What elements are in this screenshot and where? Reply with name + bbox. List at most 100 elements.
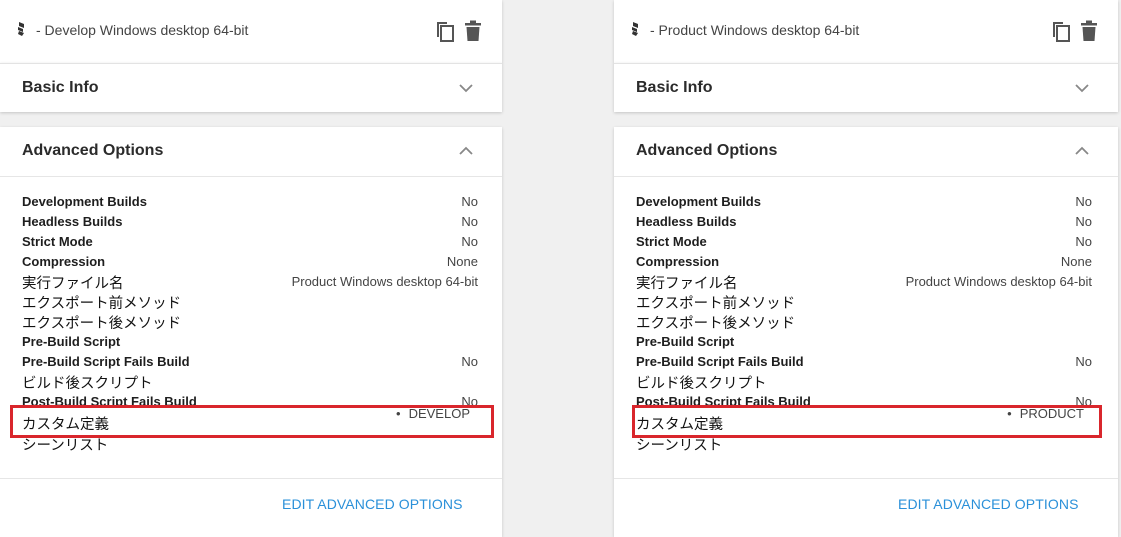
option-key: Pre-Build Script xyxy=(636,334,735,349)
option-value: No xyxy=(1075,194,1092,209)
option-row: シーンリスト xyxy=(636,433,1092,454)
option-row: Strict Mode No xyxy=(636,231,1092,251)
trash-icon[interactable] xyxy=(464,20,482,42)
option-key: シーンリスト xyxy=(22,438,109,454)
edit-advanced-options-button[interactable]: EDIT ADVANCED OPTIONS xyxy=(898,496,1079,512)
option-key: エクスポート前メソッド xyxy=(636,296,796,312)
custom-define-value: PRODUCT xyxy=(1019,406,1084,421)
option-row: Pre-Build Script xyxy=(22,331,478,351)
advanced-options-list: Development Builds No Headless Builds No… xyxy=(636,191,1092,454)
option-row: エクスポート前メソッド xyxy=(22,291,478,312)
option-value: No xyxy=(461,234,478,249)
bullet: • xyxy=(1007,406,1012,421)
option-row: Development Builds No xyxy=(636,191,1092,211)
copy-icon[interactable] xyxy=(434,20,456,42)
option-row: Development Builds No xyxy=(22,191,478,211)
build-target-panel-develop: - Develop Windows desktop 64-bit Basic I… xyxy=(0,0,502,537)
option-row: Post-Build Script Fails Build No xyxy=(22,391,478,405)
option-key: シーンリスト xyxy=(636,438,723,454)
option-row: Pre-Build Script Fails Build No xyxy=(22,351,478,371)
target-title: - Product Windows desktop 64-bit xyxy=(650,22,860,38)
option-value: No xyxy=(461,354,478,369)
advanced-options-footer: EDIT ADVANCED OPTIONS xyxy=(0,478,502,512)
copy-icon[interactable] xyxy=(1050,20,1072,42)
option-key: ビルド後スクリプト xyxy=(22,376,153,392)
option-key: 実行ファイル名 xyxy=(636,276,738,292)
option-row: Pre-Build Script xyxy=(636,331,1092,351)
option-key: カスタム定義 xyxy=(636,417,723,433)
option-value: None xyxy=(1060,254,1092,269)
option-key: Headless Builds xyxy=(22,214,123,229)
custom-define-list-item: • PRODUCT xyxy=(1007,406,1084,421)
option-key: エクスポート後メソッド xyxy=(22,316,182,332)
option-row: シーンリスト xyxy=(22,433,478,454)
advanced-options-list: Development Builds No Headless Builds No… xyxy=(22,191,478,454)
option-value: No xyxy=(461,194,478,209)
option-row-custom-defines: カスタム定義 • PRODUCT xyxy=(636,405,1092,433)
trash-icon[interactable] xyxy=(1080,20,1098,42)
option-row: Strict Mode No xyxy=(22,231,478,251)
option-key: Post-Build Script Fails Build xyxy=(22,394,197,405)
bullet: • xyxy=(396,406,401,421)
option-row: Post-Build Script Fails Build No xyxy=(636,391,1092,405)
chevron-up-icon[interactable] xyxy=(1075,146,1089,156)
option-row: Headless Builds No xyxy=(636,211,1092,231)
option-key: Compression xyxy=(636,254,720,269)
advanced-options-footer: EDIT ADVANCED OPTIONS xyxy=(614,478,1118,512)
chevron-down-icon[interactable] xyxy=(1075,83,1089,93)
advanced-options-title: Advanced Options xyxy=(22,142,164,159)
option-row: エクスポート前メソッド xyxy=(636,291,1092,312)
basic-info-title: Basic Info xyxy=(22,79,99,96)
basic-info-title: Basic Info xyxy=(636,79,713,96)
option-key: カスタム定義 xyxy=(22,417,109,433)
build-target-panel-product: - Product Windows desktop 64-bit Basic I… xyxy=(614,0,1118,537)
option-key: Strict Mode xyxy=(22,234,93,249)
advanced-options-header[interactable]: Advanced Options xyxy=(614,127,1118,177)
option-value: None xyxy=(446,254,478,269)
option-key: Post-Build Script Fails Build xyxy=(636,394,811,405)
option-row: 実行ファイル名 Product Windows desktop 64-bit xyxy=(22,271,478,292)
option-key: Pre-Build Script xyxy=(22,334,121,349)
option-row-custom-defines: カスタム定義 • DEVELOP xyxy=(22,405,478,433)
target-header: - Develop Windows desktop 64-bit xyxy=(0,0,502,63)
option-row: エクスポート後メソッド xyxy=(22,311,478,332)
option-key: Pre-Build Script Fails Build xyxy=(636,354,804,369)
basic-info-section[interactable]: Basic Info xyxy=(614,63,1118,112)
basic-info-section[interactable]: Basic Info xyxy=(0,63,502,112)
advanced-options-section: Advanced Options Development Builds No H… xyxy=(614,127,1118,537)
chevron-up-icon[interactable] xyxy=(459,146,473,156)
option-value: Product Windows desktop 64-bit xyxy=(291,274,478,289)
option-value: No xyxy=(461,214,478,229)
option-row: Compression None xyxy=(22,251,478,271)
option-key: 実行ファイル名 xyxy=(22,276,124,292)
option-row: ビルド後スクリプト xyxy=(22,371,478,392)
option-key: ビルド後スクリプト xyxy=(636,376,767,392)
edit-advanced-options-button[interactable]: EDIT ADVANCED OPTIONS xyxy=(282,496,463,512)
option-value: No xyxy=(1075,354,1092,369)
advanced-options-section: Advanced Options Development Builds No H… xyxy=(0,127,502,537)
option-value: No xyxy=(1075,394,1092,405)
option-key: Headless Builds xyxy=(636,214,737,229)
option-key: Strict Mode xyxy=(636,234,707,249)
target-title: - Develop Windows desktop 64-bit xyxy=(36,22,249,38)
option-key: エクスポート前メソッド xyxy=(22,296,182,312)
unity-logo-icon xyxy=(18,22,24,36)
option-key: エクスポート後メソッド xyxy=(636,316,796,332)
unity-logo-icon xyxy=(632,22,638,36)
option-row: Compression None xyxy=(636,251,1092,271)
custom-define-value: DEVELOP xyxy=(408,406,470,421)
option-value: Product Windows desktop 64-bit xyxy=(905,274,1092,289)
option-value: No xyxy=(1075,214,1092,229)
option-row: ビルド後スクリプト xyxy=(636,371,1092,392)
option-key: Pre-Build Script Fails Build xyxy=(22,354,190,369)
option-value: No xyxy=(1075,234,1092,249)
chevron-down-icon[interactable] xyxy=(459,83,473,93)
option-key: Development Builds xyxy=(636,194,761,209)
option-value: No xyxy=(461,394,478,405)
advanced-options-header[interactable]: Advanced Options xyxy=(0,127,502,177)
option-key: Development Builds xyxy=(22,194,147,209)
option-row: エクスポート後メソッド xyxy=(636,311,1092,332)
option-key: Compression xyxy=(22,254,106,269)
